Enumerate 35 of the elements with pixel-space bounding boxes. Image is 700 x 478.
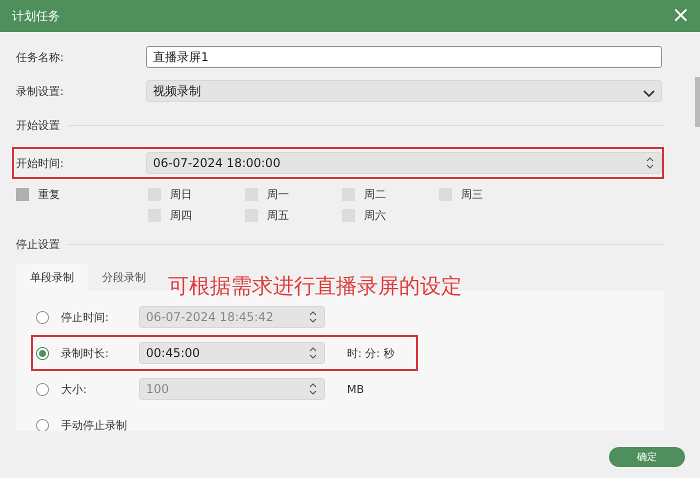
field-label: 任务名称: [16,50,65,64]
dropdown[interactable]: 视频录制 [146,80,662,102]
unit-label: MB [347,382,364,396]
window-title: 计划任务 [12,8,60,24]
section-title: 开始设置 [16,118,60,133]
tab[interactable]: 分段录制 [88,264,160,291]
text-input[interactable]: 直播录屏1 [146,46,662,68]
option-label: 大小: [61,382,88,396]
section-title: 停止设置 [16,237,60,252]
checkbox-label: 周六 [364,208,386,223]
option-label: 手动停止录制 [61,418,128,431]
checkbox-label: 周三 [461,187,483,202]
radio-button[interactable] [36,418,49,431]
option-label: 停止时间: [61,310,110,324]
checkbox-label: 周二 [364,187,386,202]
checkbox-label: 重复 [38,187,60,202]
checkbox-label: 周四 [170,208,192,223]
field-label: 录制设置: [16,84,65,98]
checkbox-label: 周日 [170,187,192,202]
datetime-spinner[interactable]: 06-07-2024 18:00:00 [146,152,662,174]
field-label: 开始时间: [16,156,65,170]
checkbox[interactable] [16,188,29,201]
option-label: 录制时长: [61,346,110,360]
spinner-field[interactable]: 00:45:00 [139,342,325,364]
scrollbar-thumb[interactable] [695,77,700,127]
radio-button[interactable] [36,346,49,360]
checkbox-label: 周五 [267,208,289,223]
checkbox-label: 周一 [267,187,289,202]
unit-label: 时: 分: 秒 [347,346,394,360]
spinner-arrows-icon[interactable] [308,345,318,361]
close-button[interactable]: × [672,5,690,27]
spinner-arrows-icon[interactable] [645,155,655,171]
annotation-text: 可根据需求进行直播录屏的设定 [168,273,462,300]
tab[interactable]: 单段录制 [16,264,88,291]
ok-button[interactable]: 确定 [609,447,685,467]
